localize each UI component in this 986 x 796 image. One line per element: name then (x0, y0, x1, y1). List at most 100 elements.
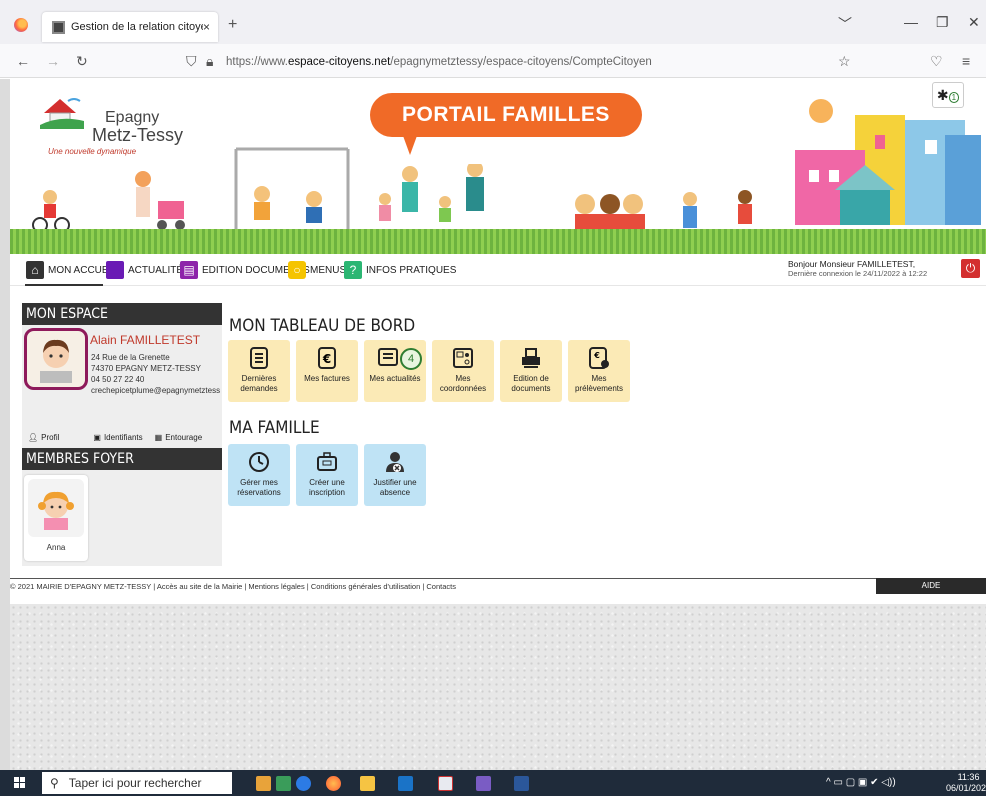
forward-arrow-icon[interactable]: → (46, 53, 60, 69)
tile-label: Mes (591, 374, 607, 383)
address-line2: 74370 EPAGNY METZ-TESSY (91, 364, 201, 373)
tableau-de-bord-title: MON TABLEAU DE BORD (229, 316, 416, 336)
tile-mes-coordonnees[interactable]: Mes coordonnées (432, 340, 494, 402)
profil-link[interactable]: 👤︎ Profil (28, 433, 59, 442)
entourage-link[interactable]: ▦ Entourage (155, 433, 202, 442)
svg-text:€: € (593, 351, 600, 360)
left-panel: MON ESPACE Alain FAMILLETEST 24 Rue de l… (22, 303, 222, 566)
tile-label-2: prélèvements (574, 384, 624, 393)
info-icon: ? (344, 261, 362, 279)
clock-date: 06/01/2023 (946, 783, 986, 793)
menu-item-actualites[interactable]: ACTUALITÉS (106, 261, 190, 279)
user-greeting: Bonjour Monsieur FAMILLETEST, Dernière c… (788, 259, 927, 279)
child-avatar (28, 479, 84, 537)
swing-illustration (234, 147, 350, 234)
user-name[interactable]: Alain FAMILLETEST (90, 333, 200, 347)
tile-label-2: demandes (240, 384, 278, 393)
windows-taskbar: ⚲ Taper ici pour rechercher ^ ▭ ▢ ▣ ✔ ◁)… (0, 770, 986, 796)
tile-mes-actualites[interactable]: 4 Mes actualités (364, 340, 426, 402)
tile-mes-prelevements[interactable]: € Mes prélèvements (568, 340, 630, 402)
town-logo-icon[interactable] (40, 95, 84, 129)
clock-icon (248, 451, 270, 473)
last-login-text: Dernière connexion le 24/11/2022 à 12:22 (788, 269, 928, 278)
new-tab-button[interactable]: + (228, 16, 237, 34)
taskbar-app-icon[interactable] (438, 776, 453, 791)
mon-espace-header: MON ESPACE (22, 303, 222, 325)
tile-label: Mes factures (304, 374, 350, 383)
system-tray[interactable]: ^ ▭ ▢ ▣ ✔ ◁)) (826, 777, 896, 788)
aide-button[interactable]: AIDE (876, 578, 986, 594)
euro-icon: € (316, 347, 338, 369)
membres-foyer-header: MEMBRES FOYER (22, 448, 222, 470)
tile-edition-documents[interactable]: Edition de documents (500, 340, 562, 402)
grass-strip (10, 229, 986, 254)
tile-gerer-reservations[interactable]: Gérer mes réservations (228, 444, 290, 506)
menu-item-infos-pratiques[interactable]: ? INFOS PRATIQUES (344, 261, 456, 279)
footer-links[interactable]: © 2021 MAIRIE D'EPAGNY METZ-TESSY | Accè… (10, 582, 456, 591)
menu-item-label: MENUS (310, 264, 347, 276)
search-placeholder: Taper ici pour rechercher (68, 776, 202, 790)
avatar[interactable] (24, 328, 88, 390)
tab-list-chevron-icon[interactable]: ﹀ (838, 14, 852, 34)
teams-icon[interactable] (476, 776, 491, 791)
tab-close-icon[interactable]: × (203, 20, 210, 34)
minimize-icon[interactable]: — (904, 14, 918, 30)
lock-icon[interactable]: 🔒︎ (206, 53, 213, 70)
firefox-taskbar-icon[interactable] (326, 776, 341, 791)
menu-icon: ○ (288, 261, 306, 279)
back-arrow-icon[interactable]: ← (16, 53, 30, 69)
file-explorer-icon[interactable] (360, 776, 375, 791)
page-background (10, 604, 986, 770)
greeting-text: Bonjour Monsieur FAMILLETEST, (788, 259, 916, 269)
pocket-icon[interactable]: ♡ (930, 53, 943, 70)
tile-label: Créer une (309, 478, 345, 487)
colorful-houses-illustration (795, 99, 981, 225)
taskbar-app-icon[interactable] (256, 776, 271, 791)
address-bar[interactable]: https://www. espace-citoyens.net/epagnyme… (226, 50, 916, 74)
tile-label: Dernières (241, 374, 277, 383)
url-prefix: https://www. (226, 56, 288, 68)
bubble-tail (402, 133, 418, 155)
extensions-puzzle-icon[interactable]: ✱ 1 (932, 82, 964, 108)
hamburger-menu-icon[interactable]: ≡ (962, 53, 970, 69)
browser-tabbar: Gestion de la relation citoyen de × + ﹀ … (0, 0, 986, 44)
menu-item-label: INFOS PRATIQUES (366, 264, 457, 276)
restore-icon[interactable]: ❐ (936, 14, 949, 31)
tile-justifier-absence[interactable]: Justifier une absence (364, 444, 426, 506)
menu-item-accueil[interactable]: ⌂ MON ACCUEIL (26, 261, 117, 279)
tile-dernieres-demandes[interactable]: Dernières demandes (228, 340, 290, 402)
taskbar-clock[interactable]: 11:36 06/01/2023 (946, 772, 986, 794)
bookmark-star-icon[interactable]: ☆ (838, 53, 851, 70)
tile-mes-factures[interactable]: € Mes factures (296, 340, 358, 402)
word-icon[interactable] (514, 776, 529, 791)
shield-icon[interactable]: ⛉ (186, 53, 197, 70)
clock-time: 11:36 (957, 772, 980, 782)
tile-label: Mes (455, 374, 471, 383)
logout-power-button[interactable]: ⏻ (961, 259, 980, 278)
url-path: /epagnymetztessy/espace-citoyens/CompteC… (390, 56, 652, 68)
firefox-icon[interactable] (14, 18, 28, 32)
tile-creer-inscription[interactable]: Créer une inscription (296, 444, 358, 506)
printer-icon (520, 347, 542, 369)
close-window-icon[interactable]: ✕ (968, 14, 980, 31)
list-icon (248, 347, 270, 369)
tile-label: Justifier une (373, 478, 417, 487)
taskbar-search-input[interactable]: ⚲ Taper ici pour rechercher (42, 772, 232, 794)
windows-start-icon[interactable] (14, 777, 26, 789)
child-card[interactable]: Anna (24, 475, 88, 561)
active-menu-underline (25, 284, 103, 286)
reload-icon[interactable]: ↻ (76, 53, 88, 70)
taskbar-app-icon[interactable] (296, 776, 311, 791)
person-icon: 👤︎ (28, 432, 39, 442)
identifiants-link[interactable]: ▣ Identifiants (93, 433, 142, 442)
portal-headline: PORTAIL FAMILLES (370, 93, 642, 137)
girl-avatar-icon (38, 491, 74, 530)
url-domain: espace-citoyens.net (288, 56, 391, 68)
contact-card-icon (452, 347, 474, 369)
logo-line2: Metz-Tessy (92, 125, 184, 145)
lock-icon: ▣ (93, 432, 101, 442)
outlook-icon[interactable] (398, 776, 413, 791)
menu-item-menus[interactable]: ○ MENUS (288, 261, 346, 279)
browser-tab[interactable]: Gestion de la relation citoyen de × (42, 12, 218, 42)
taskbar-app-icon[interactable] (276, 776, 291, 791)
